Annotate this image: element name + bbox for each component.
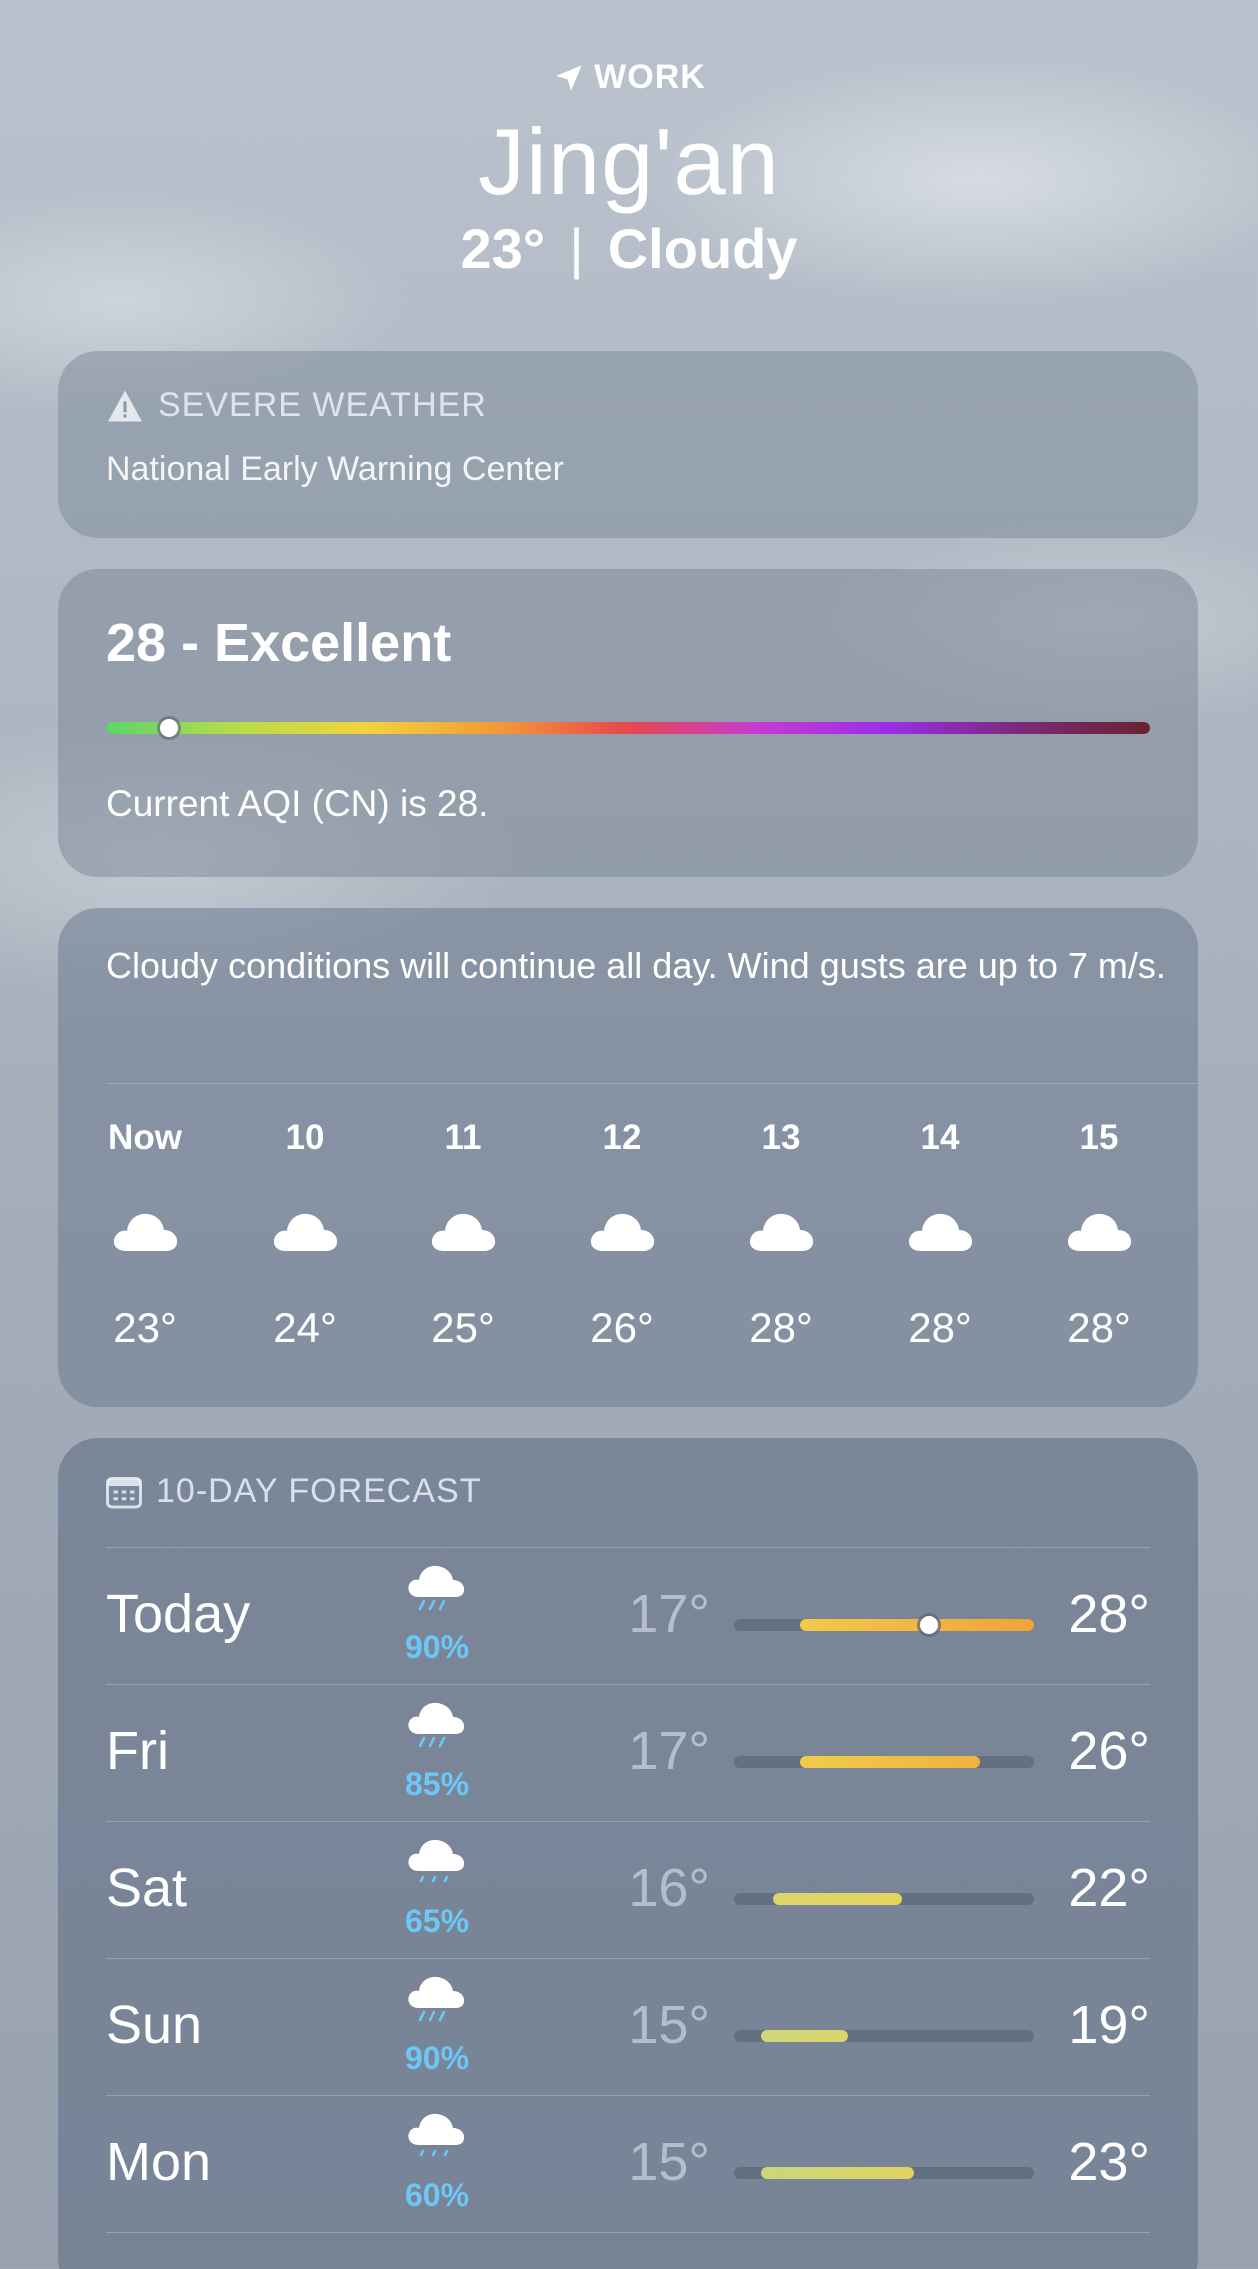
location-arrow-icon: [556, 64, 582, 91]
hourly-summary: Cloudy conditions will continue all day.…: [106, 945, 1166, 986]
city-name: Jing'an: [478, 109, 780, 214]
severe-weather-title: SEVERE WEATHER: [158, 386, 487, 424]
severe-weather-source: National Early Warning Center: [106, 450, 564, 488]
hour-column: 10 24°: [245, 1118, 365, 1352]
temperature-range-fill: [800, 1756, 980, 1768]
hour-temperature: 23°: [113, 1304, 177, 1351]
ten-day-header: 10-DAY FORECAST: [106, 1472, 481, 1511]
cloud-icon: [272, 1208, 338, 1252]
temperature-range-fill: [773, 1893, 902, 1905]
cloud-drizzle-icon: [406, 1837, 470, 1887]
hour-column: 11 25°: [403, 1118, 523, 1352]
hour-temperature: 24°: [273, 1304, 337, 1351]
hour-column: 13 28°: [721, 1118, 841, 1352]
day-low-temp: 15°: [628, 2132, 710, 2192]
day-high-temp: 22°: [1068, 1858, 1150, 1918]
current-temperature: 23°: [460, 217, 546, 280]
precipitation-chance: 65%: [404, 1903, 470, 1939]
day-high-temp: 19°: [1068, 1995, 1150, 2055]
day-name: Fri: [106, 1721, 169, 1781]
current-summary: 23° | Cloudy: [0, 216, 1258, 281]
calendar-icon: [106, 1476, 142, 1508]
precipitation-chance: 60%: [404, 2177, 470, 2213]
day-low-temp: 17°: [628, 1721, 710, 1781]
cloud-icon: [748, 1208, 814, 1252]
warning-icon: [108, 390, 142, 421]
severe-weather-card[interactable]: [58, 351, 1198, 538]
hour-column: Now 23°: [85, 1118, 205, 1352]
temperature-range-fill: [761, 2030, 848, 2042]
aqi-scale-bar: [106, 722, 1150, 734]
day-row-divider: [106, 1547, 1150, 1548]
day-row-divider: [106, 1684, 1150, 1685]
aqi-description: Current AQI (CN) is 28.: [106, 783, 489, 824]
day-name: Mon: [106, 2132, 212, 2192]
day-row-divider: [106, 2095, 1150, 2096]
current-temp-marker: [920, 1616, 938, 1634]
day-name: Sat: [106, 1858, 188, 1918]
hour-temperature: 28°: [1067, 1304, 1131, 1351]
hour-label: Now: [108, 1118, 182, 1157]
day-high-temp: 26°: [1068, 1721, 1150, 1781]
location-tag: WORK: [0, 58, 1258, 97]
hour-temperature: 28°: [908, 1304, 972, 1351]
hour-column: 15 28°: [1039, 1118, 1159, 1352]
day-high-temp: 23°: [1068, 2132, 1150, 2192]
cloud-rain-icon: [406, 1563, 470, 1613]
cloud-icon: [907, 1208, 973, 1252]
precipitation-chance: 90%: [404, 2040, 470, 2076]
day-name: Today: [106, 1584, 251, 1644]
hour-label: 15: [1079, 1118, 1119, 1157]
day-row-divider: [106, 2232, 1150, 2233]
day-high-temp: 28°: [1068, 1584, 1150, 1644]
precipitation-chance: 90%: [404, 1629, 470, 1665]
summary-separator: |: [569, 217, 584, 280]
day-low-temp: 17°: [628, 1584, 710, 1644]
cloud-drizzle-icon: [406, 2111, 470, 2161]
temperature-range-fill: [800, 1619, 1034, 1631]
day-row-divider: [106, 1821, 1150, 1822]
day-name: Sun: [106, 1995, 203, 2055]
hour-column: 12 26°: [562, 1118, 682, 1352]
hour-column: 14 28°: [880, 1118, 1000, 1352]
hour-label: 10: [285, 1118, 325, 1157]
severe-weather-header: SEVERE WEATHER: [106, 386, 487, 425]
aqi-headline: 28 - Excellent: [106, 613, 452, 673]
aqi-marker: [159, 719, 178, 737]
location-tag-label: WORK: [594, 58, 706, 96]
hour-temperature: 28°: [749, 1304, 813, 1351]
hour-label: 13: [761, 1118, 801, 1157]
cloud-icon: [589, 1208, 655, 1252]
cloud-rain-icon: [406, 1700, 470, 1750]
hour-label: 12: [602, 1118, 642, 1157]
hourly-divider: [106, 1083, 1198, 1084]
day-low-temp: 15°: [628, 1995, 710, 2055]
cloud-icon: [430, 1208, 496, 1252]
hour-label: 14: [920, 1118, 960, 1157]
current-condition: Cloudy: [607, 217, 798, 280]
hour-temperature: 26°: [590, 1304, 654, 1351]
temperature-range-fill: [761, 2167, 914, 2179]
precipitation-chance: 85%: [404, 1766, 470, 1802]
day-low-temp: 16°: [628, 1858, 710, 1918]
ten-day-title: 10-DAY FORECAST: [156, 1472, 482, 1510]
day-row-divider: [106, 1958, 1150, 1959]
hour-temperature: 25°: [431, 1304, 495, 1351]
cloud-icon: [112, 1208, 178, 1252]
cloud-icon: [1066, 1208, 1132, 1252]
cloud-rain-icon: [406, 1974, 470, 2024]
hour-label: 11: [444, 1118, 482, 1157]
